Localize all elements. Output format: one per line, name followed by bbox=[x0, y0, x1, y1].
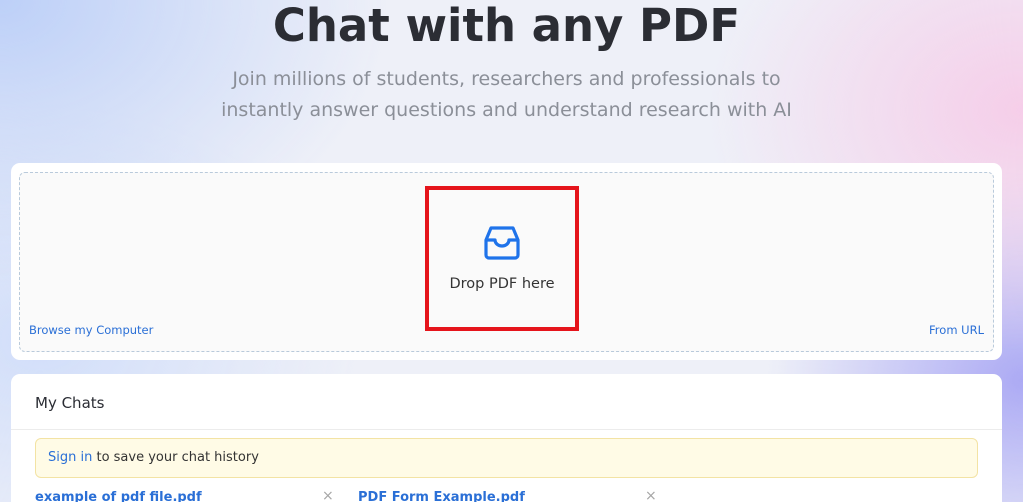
pdf-dropzone[interactable]: Drop PDF here Browse my Computer From UR… bbox=[19, 172, 994, 352]
page-subtitle: Join millions of students, researchers a… bbox=[0, 64, 1013, 126]
close-icon[interactable]: × bbox=[322, 488, 334, 502]
signin-banner: Sign in to save your chat history bbox=[35, 438, 978, 478]
drop-target-highlight[interactable]: Drop PDF here bbox=[425, 186, 579, 331]
upload-card: Drop PDF here Browse my Computer From UR… bbox=[11, 163, 1002, 360]
signin-message: to save your chat history bbox=[92, 450, 259, 465]
from-url-link[interactable]: From URL bbox=[929, 323, 984, 337]
my-chats-title: My Chats bbox=[11, 374, 1002, 430]
chat-file-name[interactable]: PDF Form Example.pdf bbox=[358, 490, 525, 502]
inbox-icon bbox=[484, 226, 520, 260]
subtitle-line-1: Join millions of students, researchers a… bbox=[232, 68, 781, 90]
close-icon[interactable]: × bbox=[645, 488, 657, 502]
chat-list-item[interactable]: example of pdf file.pdf × bbox=[35, 488, 335, 502]
drop-pdf-label: Drop PDF here bbox=[449, 276, 555, 292]
signin-link[interactable]: Sign in bbox=[48, 450, 92, 465]
browse-computer-link[interactable]: Browse my Computer bbox=[29, 323, 153, 337]
page-title: Chat with any PDF bbox=[272, 0, 741, 52]
chat-file-name[interactable]: example of pdf file.pdf bbox=[35, 490, 202, 502]
my-chats-card: My Chats Sign in to save your chat histo… bbox=[11, 374, 1002, 502]
subtitle-line-2: instantly answer questions and understan… bbox=[221, 99, 792, 121]
chat-list-item[interactable]: PDF Form Example.pdf × bbox=[358, 488, 658, 502]
